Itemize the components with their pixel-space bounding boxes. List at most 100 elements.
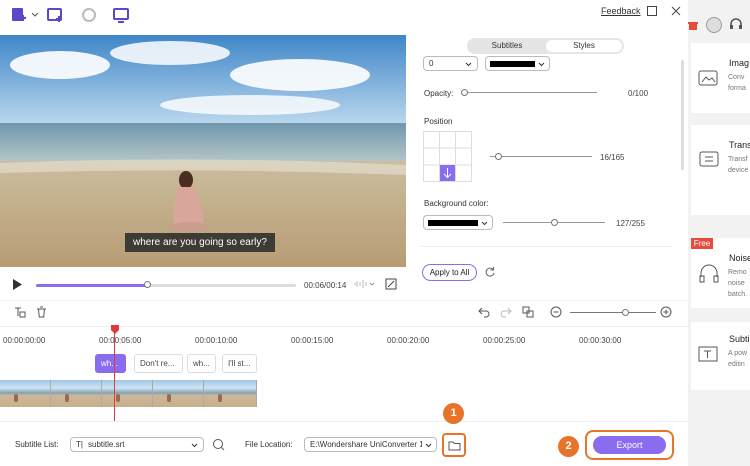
reset-icon[interactable] (484, 266, 496, 278)
bottom-bar-divider (0, 421, 690, 422)
callout-badge-1: 1 (443, 403, 464, 424)
subtitle-clip[interactable]: Don't re... (134, 354, 183, 373)
opacity-value: 0/100 (628, 89, 649, 98)
font-size-select[interactable]: 0 (423, 56, 478, 71)
sidebar-card-desc: editin (728, 361, 745, 368)
add-subtitle-icon[interactable] (14, 306, 26, 318)
fullscreen-icon[interactable] (385, 278, 397, 290)
ruler-label: 00:00:25:00 (483, 336, 526, 345)
person-figure (116, 394, 120, 402)
delete-icon[interactable] (36, 306, 47, 318)
ruler-label: 00:00:20:00 (387, 336, 430, 345)
zoom-out-icon[interactable] (550, 306, 562, 318)
tab-subtitles[interactable]: Subtitles (469, 40, 545, 52)
sidebar-card-desc: forma (728, 85, 746, 92)
background-opacity-handle[interactable] (551, 219, 558, 226)
panel-tab-switch: Subtitles Styles (467, 38, 624, 54)
subtitle-icon[interactable] (112, 6, 130, 24)
file-location-select[interactable]: E:\Wondershare UniConverter 1 (304, 437, 437, 452)
sidebar-card-title: Noise (729, 253, 750, 263)
apply-to-all-button[interactable]: Apply to All (422, 264, 477, 281)
export-highlight: Export (585, 430, 674, 460)
redo-icon[interactable] (500, 306, 512, 318)
undo-icon[interactable] (478, 306, 490, 318)
subtitle-file-name: subtitle.srt (88, 440, 125, 449)
headset-icon[interactable] (729, 17, 743, 31)
export-button[interactable]: Export (593, 436, 666, 454)
feedback-link[interactable]: Feedback (601, 6, 641, 16)
ruler-label: 00:00:30:00 (579, 336, 622, 345)
sidebar-card-image[interactable]: Imag Conv forma (691, 43, 750, 113)
sidebar-card-subtitle[interactable]: Subti A pow editin (691, 322, 750, 390)
ruler-label: 00:00:00:00 (3, 336, 46, 345)
sidebar-card-desc: noise (728, 280, 745, 287)
font-size-value: 0 (429, 59, 434, 68)
video-thumbnail (0, 380, 51, 407)
tab-styles[interactable]: Styles (546, 40, 622, 52)
zoom-in-icon[interactable] (660, 306, 672, 318)
add-file-icon[interactable] (10, 6, 28, 24)
playhead-line (114, 333, 115, 421)
panel-divider (420, 246, 672, 247)
sidebar-card-desc: Conv (728, 74, 745, 81)
subtitle-editor-icon (698, 346, 718, 362)
chevron-down-icon (191, 443, 198, 448)
chevron-down-icon (481, 221, 488, 226)
add-media-icon[interactable] (46, 6, 64, 24)
playhead-marker[interactable] (111, 325, 119, 334)
folder-icon (448, 441, 461, 451)
audio-wave-icon[interactable] (352, 279, 376, 289)
noise-headphones-icon (699, 264, 719, 283)
background-color-select[interactable] (423, 215, 493, 230)
open-folder-button[interactable] (442, 433, 466, 457)
sidebar-card-desc: Transf (728, 156, 748, 163)
playback-progress-track[interactable] (36, 284, 296, 287)
image-convert-icon (698, 70, 718, 86)
subtitle-clip-selected[interactable]: wh... (95, 354, 126, 373)
opacity-slider[interactable] (465, 92, 597, 93)
avatar[interactable] (706, 17, 722, 33)
subtitle-caption: where are you going so early? (125, 233, 275, 252)
file-location-value: E:\Wondershare UniConverter 1 (310, 440, 422, 449)
playback-progress-handle[interactable] (143, 281, 151, 288)
person-figure (14, 394, 18, 402)
gift-icon[interactable] (688, 19, 698, 31)
sidebar-card-desc: device (728, 167, 749, 174)
font-color-swatch (490, 61, 535, 67)
free-badge: Free (691, 238, 713, 249)
refresh-icon[interactable] (80, 6, 98, 24)
text-icon: T| (76, 440, 83, 449)
video-thumbnail (51, 380, 102, 407)
playback-time: 00:06/00:14 (304, 281, 347, 290)
subtitle-clip[interactable]: I'll st... (222, 354, 257, 373)
file-location-label: File Location: (245, 440, 293, 449)
subtitle-list-label: Subtitle List: (15, 440, 59, 449)
opacity-label: Opacity: (424, 89, 454, 98)
sidebar-card-desc: batch. (728, 291, 748, 298)
opacity-slider-handle[interactable] (461, 89, 468, 96)
zoom-slider[interactable] (570, 312, 656, 313)
font-color-select[interactable] (485, 56, 550, 71)
video-thumbnail (153, 380, 204, 407)
person-figure (218, 394, 222, 402)
sidebar-card-noise[interactable]: Free Noise Remo noise batch. (691, 238, 750, 308)
maximize-icon[interactable] (646, 5, 658, 17)
subtitle-list-select[interactable]: T| subtitle.srt (70, 437, 204, 452)
sidebar-card-title: Subti (729, 334, 750, 344)
position-grid[interactable] (423, 131, 472, 182)
close-icon[interactable] (670, 5, 682, 17)
chevron-down-icon[interactable] (31, 12, 39, 18)
position-slider-handle[interactable] (495, 153, 502, 160)
play-icon[interactable] (12, 279, 22, 290)
ruler-top-border (0, 326, 690, 327)
zoom-slider-handle[interactable] (622, 309, 629, 316)
position-slider[interactable] (490, 156, 592, 157)
split-icon[interactable] (522, 306, 534, 318)
sidebar-card-transfer[interactable]: Trans Transf device (691, 125, 750, 215)
ruler-label: 00:00:05:00 (99, 336, 142, 345)
subtitle-clip[interactable]: wh... (187, 354, 216, 373)
position-grid-lines (423, 131, 472, 182)
search-icon[interactable] (212, 438, 225, 451)
panel-scrollbar[interactable] (681, 60, 684, 170)
sidebar-card-desc: A pow (728, 350, 748, 357)
